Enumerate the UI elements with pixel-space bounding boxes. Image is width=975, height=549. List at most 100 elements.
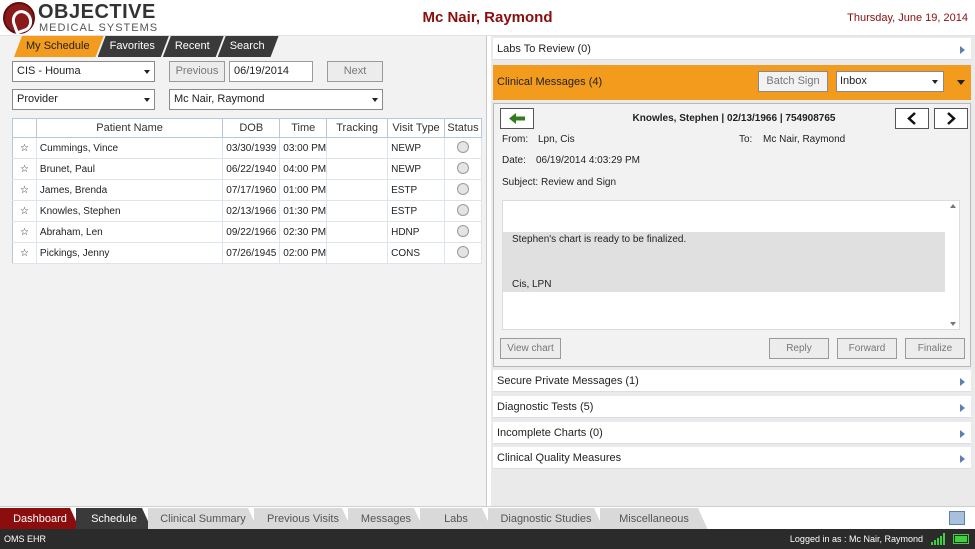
star-icon[interactable]: ☆ bbox=[12, 158, 37, 180]
mail-icon[interactable] bbox=[949, 511, 965, 525]
signal-icon bbox=[931, 533, 945, 545]
time-cell: 03:00 PM bbox=[279, 137, 328, 159]
dob-cell: 09/22/1966 bbox=[222, 221, 281, 243]
star-icon[interactable]: ☆ bbox=[12, 221, 37, 243]
labs-to-review-label: Labs To Review (0) bbox=[497, 43, 591, 55]
diagnostic-tests-label: Diagnostic Tests (5) bbox=[497, 401, 594, 413]
column-header-time[interactable]: Time bbox=[279, 118, 328, 138]
table-row[interactable]: ☆ Brunet, Paul 06/22/1940 04:00 PM NEWP bbox=[12, 158, 483, 180]
next-button[interactable]: Next bbox=[327, 61, 383, 82]
tab-my-schedule[interactable]: My Schedule bbox=[14, 36, 104, 57]
patient-name-cell[interactable]: Pickings, Jenny bbox=[36, 242, 224, 264]
status-dot-icon[interactable] bbox=[456, 203, 469, 216]
provider-select[interactable]: Mc Nair, Raymond bbox=[169, 89, 383, 110]
labs-to-review-section[interactable]: Labs To Review (0) bbox=[493, 38, 971, 60]
column-header-patient-name[interactable]: Patient Name bbox=[36, 118, 224, 138]
message-signature: Cis, LPN bbox=[512, 279, 552, 290]
filter-type-value: Provider bbox=[17, 93, 58, 105]
column-header-star bbox=[12, 118, 37, 138]
status-dot-icon[interactable] bbox=[456, 182, 469, 195]
patient-name-cell[interactable]: James, Brenda bbox=[36, 179, 224, 201]
tab-previous-visits[interactable]: Previous Visits bbox=[254, 508, 352, 530]
forward-button[interactable]: Forward bbox=[837, 338, 897, 359]
status-dot-icon[interactable] bbox=[456, 140, 469, 153]
column-header-dob[interactable]: DOB bbox=[222, 118, 281, 138]
table-row[interactable]: ☆ James, Brenda 07/17/1960 01:00 PM ESTP bbox=[12, 179, 483, 201]
tracking-cell bbox=[326, 158, 389, 180]
tracking-cell bbox=[326, 200, 389, 222]
column-header-status[interactable]: Status bbox=[444, 118, 483, 138]
tab-miscellaneous[interactable]: Miscellaneous bbox=[600, 508, 708, 530]
prev-message-button[interactable] bbox=[895, 108, 929, 129]
patient-name-cell[interactable]: Brunet, Paul bbox=[36, 158, 224, 180]
date-input[interactable]: 06/19/2014 bbox=[229, 61, 313, 82]
quality-measures-section[interactable]: Clinical Quality Measures bbox=[493, 447, 971, 469]
subject-value: Review and Sign bbox=[541, 177, 617, 188]
collapse-icon[interactable] bbox=[957, 80, 965, 85]
chevron-down-icon bbox=[932, 80, 938, 84]
scroll-down-icon[interactable] bbox=[950, 322, 956, 326]
star-icon[interactable]: ☆ bbox=[12, 242, 37, 264]
star-icon[interactable]: ☆ bbox=[12, 200, 37, 222]
visit-type-cell: HDNP bbox=[387, 221, 445, 243]
table-row[interactable]: ☆ Pickings, Jenny 07/26/1945 02:00 PM CO… bbox=[12, 242, 483, 264]
from-label: From: bbox=[502, 134, 529, 145]
table-row[interactable]: ☆ Knowles, Stephen 02/13/1966 01:30 PM E… bbox=[12, 200, 483, 222]
tab-dashboard[interactable]: Dashboard bbox=[0, 508, 80, 530]
time-cell: 01:30 PM bbox=[279, 200, 328, 222]
status-dot-icon[interactable] bbox=[456, 161, 469, 174]
table-row[interactable]: ☆ Cummings, Vince 03/30/1939 03:00 PM NE… bbox=[12, 137, 483, 159]
chevron-left-icon bbox=[907, 112, 916, 125]
diagnostic-tests-section[interactable]: Diagnostic Tests (5) bbox=[493, 396, 971, 418]
scroll-up-icon[interactable] bbox=[950, 204, 956, 208]
incomplete-charts-section[interactable]: Incomplete Charts (0) bbox=[493, 422, 971, 444]
tab-diagnostic-studies[interactable]: Diagnostic Studies bbox=[488, 508, 604, 530]
batch-sign-button[interactable]: Batch Sign bbox=[758, 71, 828, 92]
chevron-right-icon bbox=[960, 430, 965, 438]
inbox-value: Inbox bbox=[840, 75, 867, 87]
visit-type-cell: CONS bbox=[387, 242, 445, 264]
tab-recent[interactable]: Recent bbox=[163, 36, 224, 57]
next-message-button[interactable] bbox=[934, 108, 968, 129]
status-dot-icon[interactable] bbox=[456, 224, 469, 237]
back-button[interactable] bbox=[500, 108, 534, 129]
tab-labs[interactable]: Labs bbox=[420, 508, 492, 530]
inbox-select[interactable]: Inbox bbox=[836, 71, 944, 92]
visit-type-cell: NEWP bbox=[387, 158, 445, 180]
status-bar: OMS EHR Logged in as : Mc Nair, Raymond bbox=[0, 529, 975, 549]
location-select[interactable]: CIS - Houma bbox=[12, 61, 155, 82]
dob-cell: 07/17/1960 bbox=[222, 179, 281, 201]
schedule-subtabs: My Schedule Favorites Recent Search bbox=[14, 36, 273, 57]
logged-in-text: Logged in as : Mc Nair, Raymond bbox=[789, 534, 923, 544]
message-header: Knowles, Stephen | 02/13/1966 | 75490876… bbox=[632, 113, 836, 124]
status-cell bbox=[444, 137, 483, 159]
tab-schedule[interactable]: Schedule bbox=[76, 508, 152, 530]
location-value: CIS - Houma bbox=[17, 65, 81, 77]
battery-icon bbox=[953, 534, 969, 544]
column-header-tracking[interactable]: Tracking bbox=[326, 118, 389, 138]
tab-search[interactable]: Search bbox=[218, 36, 279, 57]
star-icon[interactable]: ☆ bbox=[12, 137, 37, 159]
column-header-visit-type[interactable]: Visit Type bbox=[387, 118, 445, 138]
table-row[interactable]: ☆ Abraham, Len 09/22/1966 02:30 PM HDNP bbox=[12, 221, 483, 243]
tab-clinical-summary[interactable]: Clinical Summary bbox=[148, 508, 258, 530]
patient-title: Mc Nair, Raymond bbox=[422, 9, 553, 26]
view-chart-button[interactable]: View chart bbox=[500, 338, 561, 359]
chevron-down-icon bbox=[144, 98, 150, 102]
patient-name-cell[interactable]: Cummings, Vince bbox=[36, 137, 224, 159]
filter-type-select[interactable]: Provider bbox=[12, 89, 155, 110]
secure-messages-section[interactable]: Secure Private Messages (1) bbox=[493, 370, 971, 392]
reply-button[interactable]: Reply bbox=[769, 338, 829, 359]
from-value: Lpn, Cis bbox=[538, 134, 575, 145]
clinical-messages-section[interactable]: Clinical Messages (4) Batch Sign Inbox bbox=[493, 65, 971, 100]
finalize-button[interactable]: Finalize bbox=[905, 338, 965, 359]
patient-name-cell[interactable]: Knowles, Stephen bbox=[36, 200, 224, 222]
star-icon[interactable]: ☆ bbox=[12, 179, 37, 201]
patient-name-cell[interactable]: Abraham, Len bbox=[36, 221, 224, 243]
dob-cell: 06/22/1940 bbox=[222, 158, 281, 180]
tab-messages[interactable]: Messages bbox=[348, 508, 424, 530]
previous-button[interactable]: Previous bbox=[169, 61, 225, 82]
tab-favorites[interactable]: Favorites bbox=[98, 36, 169, 57]
clinical-messages-label: Clinical Messages (4) bbox=[497, 76, 603, 88]
status-dot-icon[interactable] bbox=[456, 245, 469, 258]
